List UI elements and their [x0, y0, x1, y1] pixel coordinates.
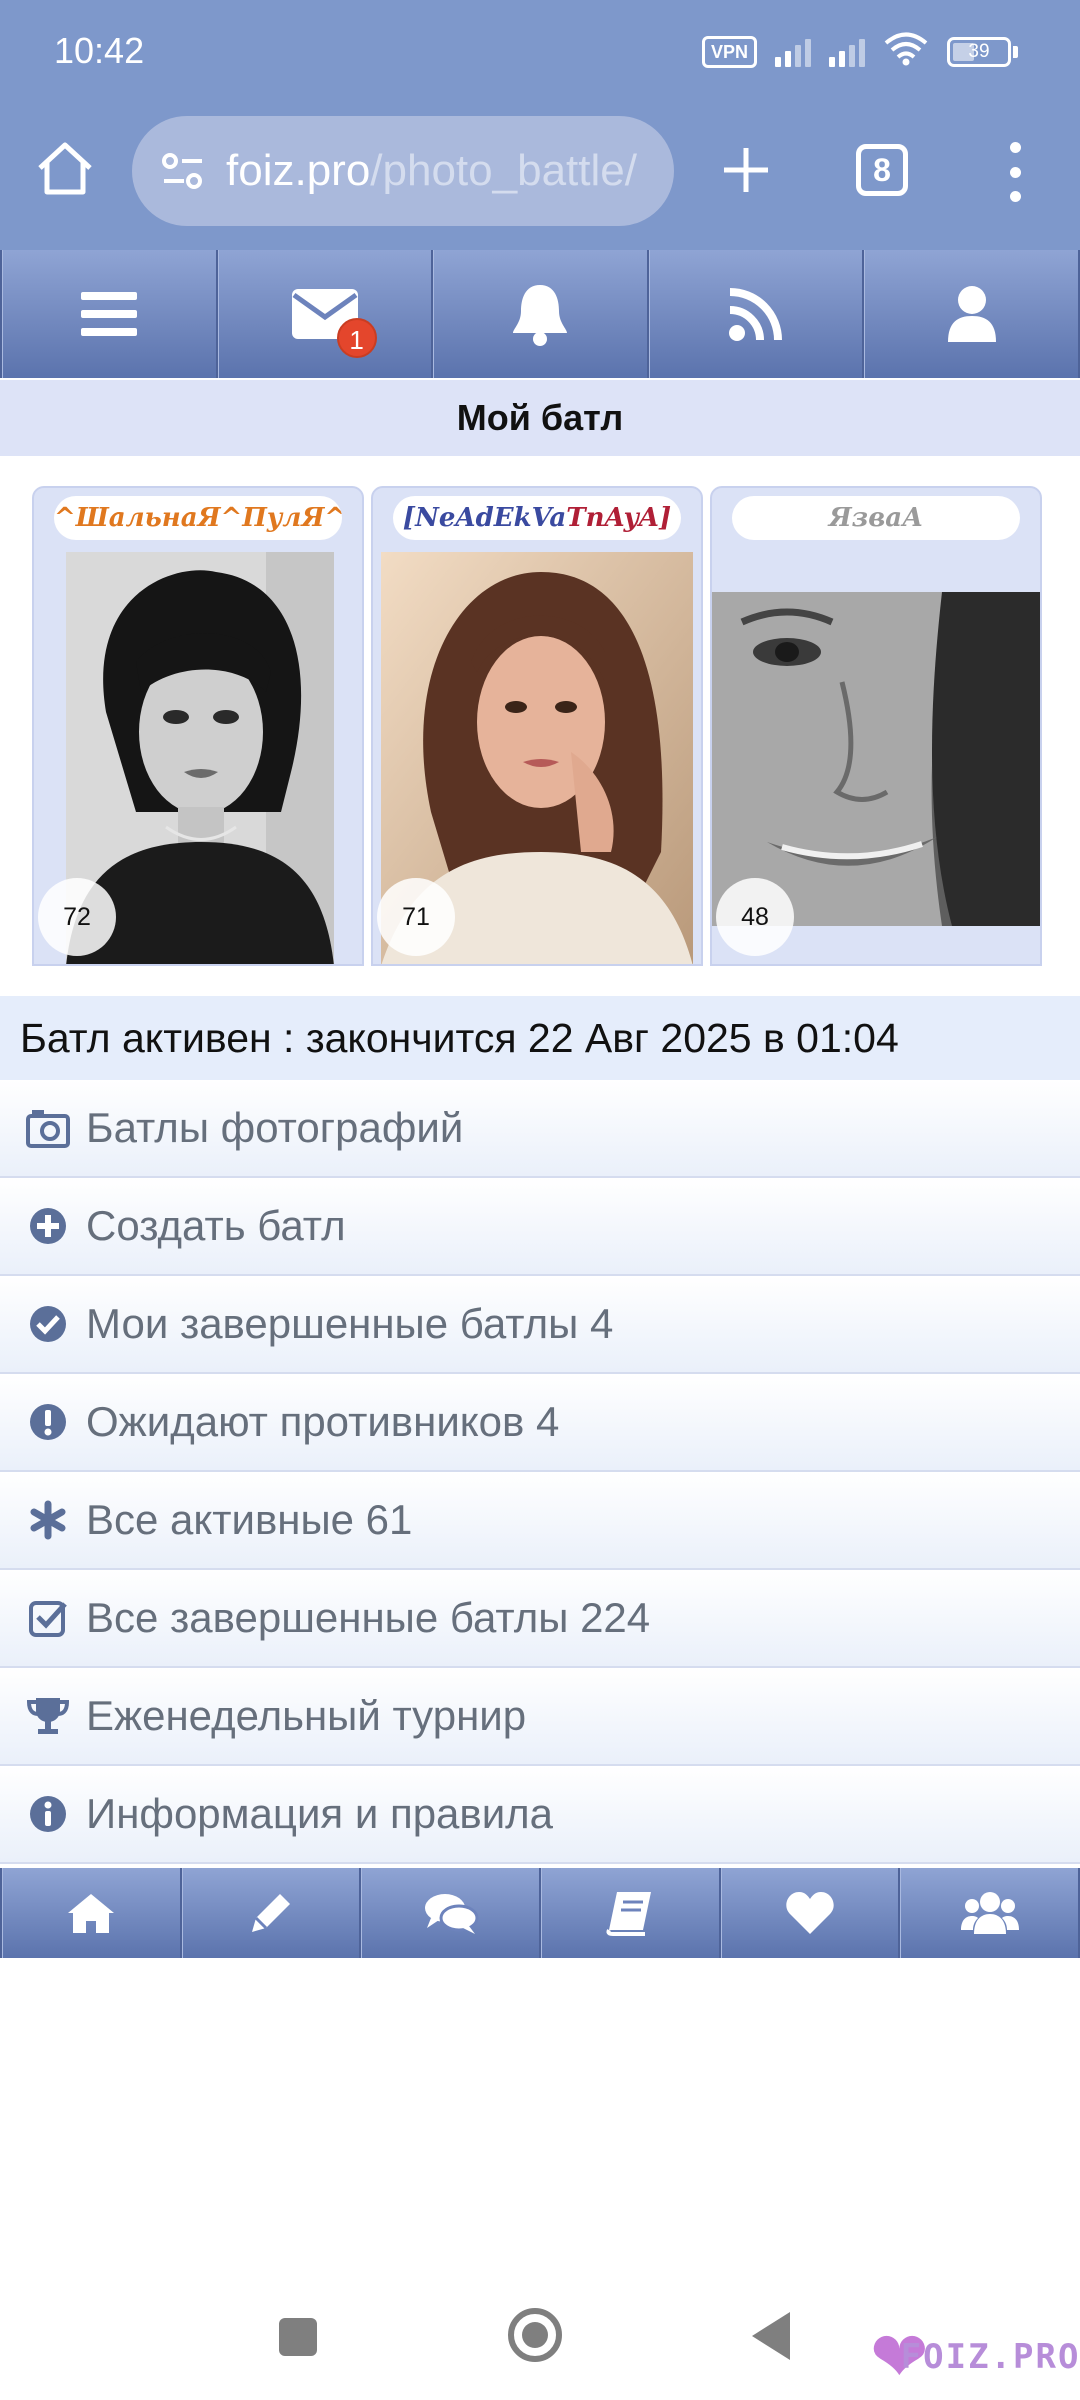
- browser-menu-button[interactable]: [1000, 142, 1030, 202]
- participant-name[interactable]: ^ШальнаЯ^ПулЯ^: [54, 496, 342, 540]
- bottom-nav-library[interactable]: [541, 1868, 721, 1958]
- menu-item-all-finished[interactable]: Все завершенные батлы 224: [0, 1570, 1080, 1668]
- back-button[interactable]: [752, 2312, 790, 2360]
- home-icon: [38, 142, 92, 195]
- participant-name[interactable]: ЯзваА: [732, 496, 1020, 540]
- nav-menu[interactable]: [2, 250, 218, 378]
- url-domain: foiz.pro: [226, 146, 371, 195]
- bottom-nav-favorites[interactable]: [720, 1868, 901, 1958]
- browser-chrome: 10:42 VPN 39 foiz.pro/photo_battle/ 8: [0, 0, 1080, 250]
- bottom-nav-chat[interactable]: [361, 1868, 542, 1958]
- home-icon: [68, 1894, 115, 1933]
- participant-photo[interactable]: [712, 592, 1040, 926]
- battle-title: Мой батл: [0, 380, 1080, 456]
- bottom-nav-friends[interactable]: [900, 1868, 1080, 1958]
- menu-item-awaiting-opponents[interactable]: Ожидают противников 4: [0, 1374, 1080, 1472]
- participant-card[interactable]: ^ШальнаЯ^ПулЯ^ 72: [32, 486, 364, 966]
- battle-panel: ^ШальнаЯ^ПулЯ^ 72 [NeAdEkVaTnAyA] 71 Язв…: [0, 456, 1080, 996]
- battle-menu: Батлы фотографий Создать батл Мои заверш…: [0, 1080, 1080, 1864]
- menu-item-label: Еженедельный турнир: [86, 1692, 527, 1739]
- tab-count-button[interactable]: 8: [856, 144, 908, 196]
- menu-item-photo-battles[interactable]: Батлы фотографий: [0, 1080, 1080, 1178]
- menu-item-create-battle[interactable]: Создать батл: [0, 1178, 1080, 1276]
- menu-item-label: Все активные 61: [86, 1496, 413, 1543]
- menu-item-my-finished[interactable]: Мои завершенные батлы 4: [0, 1276, 1080, 1374]
- info-circle-icon: [26, 1792, 70, 1836]
- bottom-nav-write[interactable]: [181, 1868, 362, 1958]
- watermark-logo: ❤ FOIZ.PRO: [870, 2322, 1080, 2392]
- new-tab-button[interactable]: [716, 140, 776, 200]
- menu-item-weekly-tournament[interactable]: Еженедельный турнир: [0, 1668, 1080, 1766]
- pencil-icon: [252, 1894, 290, 1932]
- menu-item-label: Создать батл: [86, 1202, 346, 1249]
- mail-badge: 1: [336, 318, 377, 358]
- menu-item-info-rules[interactable]: Информация и правила: [0, 1766, 1080, 1864]
- menu-icon: [81, 292, 138, 336]
- vote-score: 71: [377, 878, 455, 956]
- check-circle-icon: [26, 1302, 70, 1346]
- menu-item-label: Информация и правила: [86, 1790, 554, 1837]
- battle-status: Батл активен : закончится 22 Авг 2025 в …: [0, 996, 1080, 1080]
- site-top-nav: 1: [0, 250, 1080, 378]
- participant-card[interactable]: ЯзваА 48: [710, 486, 1042, 966]
- status-time: 10:42: [54, 30, 145, 71]
- site-settings-icon[interactable]: [160, 151, 206, 191]
- trophy-icon: [26, 1694, 70, 1738]
- browser-home-button[interactable]: [32, 136, 98, 202]
- nav-profile[interactable]: [864, 250, 1080, 378]
- plus-icon: [724, 148, 768, 192]
- asterisk-icon: [26, 1498, 70, 1542]
- menu-item-label: Мои завершенные батлы 4: [86, 1300, 614, 1347]
- vote-score: 48: [716, 878, 794, 956]
- menu-item-all-active[interactable]: Все активные 61: [0, 1472, 1080, 1570]
- signal-icon-2: [829, 37, 865, 67]
- signal-icon: [775, 37, 811, 67]
- chat-icon: [424, 1894, 479, 1934]
- users-icon: [960, 1892, 1019, 1934]
- battery-icon: 39: [947, 36, 1018, 67]
- bell-icon: [513, 285, 568, 346]
- vote-score: 72: [38, 878, 116, 956]
- menu-item-label: Батлы фотографий: [86, 1104, 464, 1151]
- camera-icon: [26, 1106, 70, 1150]
- recents-button[interactable]: [279, 2318, 317, 2356]
- address-bar[interactable]: foiz.pro/photo_battle/: [132, 116, 674, 226]
- participant-card[interactable]: [NeAdEkVaTnAyA] 71: [371, 486, 703, 966]
- book-icon: [606, 1892, 652, 1936]
- wifi-icon: [883, 32, 929, 71]
- participant-name[interactable]: [NeAdEkVaTnAyA]: [393, 496, 681, 540]
- menu-item-label: Все завершенные батлы 224: [86, 1594, 651, 1641]
- home-system-button[interactable]: [508, 2308, 562, 2362]
- site-bottom-nav: [0, 1868, 1080, 1958]
- heart-icon: [786, 1892, 834, 1934]
- menu-item-label: Ожидают противников 4: [86, 1398, 560, 1445]
- nav-notifications[interactable]: [433, 250, 649, 378]
- watermark-text: FOIZ.PRO: [900, 2337, 1080, 2377]
- exclamation-circle-icon: [26, 1400, 70, 1444]
- check-square-icon: [26, 1596, 70, 1640]
- url-path: /photo_battle/: [370, 146, 637, 195]
- bottom-nav-home[interactable]: [2, 1868, 182, 1958]
- nav-mail[interactable]: 1: [217, 250, 434, 378]
- vpn-indicator: VPN: [701, 35, 757, 68]
- user-icon: [947, 286, 996, 342]
- nav-feed[interactable]: [648, 250, 865, 378]
- plus-circle-icon: [26, 1204, 70, 1248]
- status-icons: VPN 39: [701, 32, 1018, 71]
- rss-icon: [729, 288, 783, 341]
